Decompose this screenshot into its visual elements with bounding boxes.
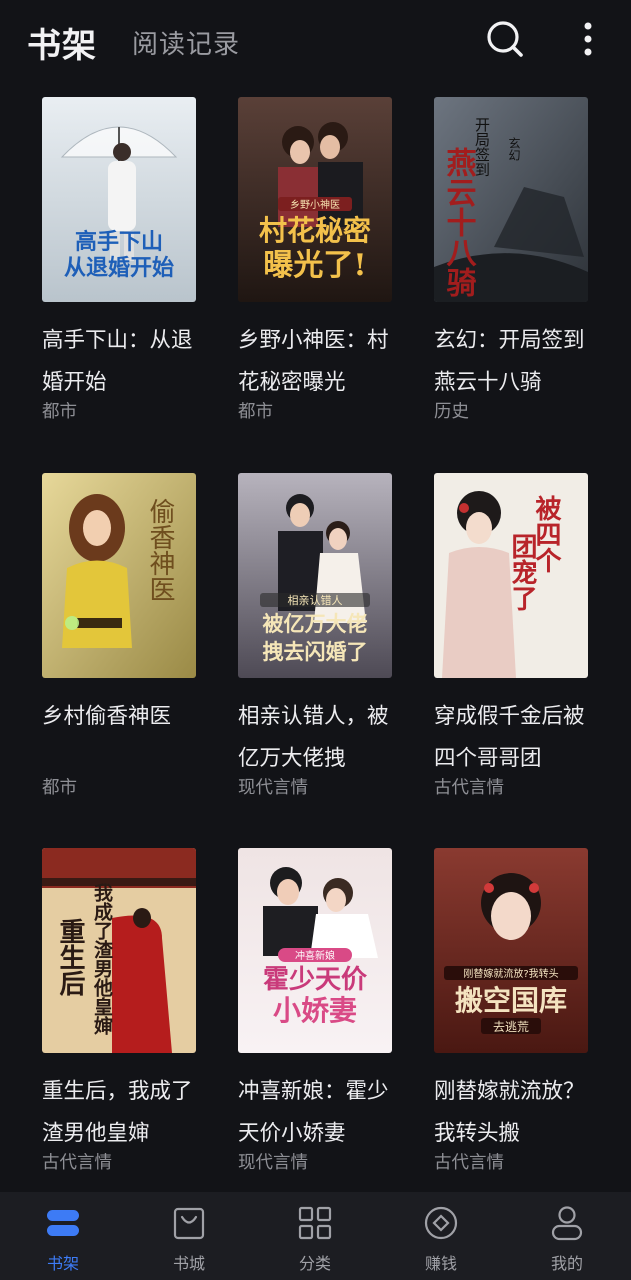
book-title: 相亲认错人，被亿万大佬拽 bbox=[238, 704, 389, 771]
nav-label: 我的 bbox=[550, 1254, 583, 1273]
coin-icon bbox=[424, 1206, 458, 1240]
book-cover[interactable]: 相亲认错人 被亿万大佬 拽去闪婚了 bbox=[238, 473, 392, 678]
book-cover[interactable]: 开局签到 燕云十八骑 玄幻 bbox=[434, 97, 588, 302]
svg-text:冲喜新娘: 冲喜新娘 bbox=[295, 949, 335, 962]
svg-text:拽去闪婚了: 拽去闪婚了 bbox=[263, 639, 368, 664]
svg-text:搬空国库: 搬空国库 bbox=[455, 984, 567, 1017]
svg-text:开局签到: 开局签到 bbox=[473, 117, 491, 177]
grid-icon bbox=[298, 1206, 332, 1240]
nav-label: 书城 bbox=[172, 1254, 205, 1273]
svg-text:从退婚开始: 从退婚开始 bbox=[64, 255, 174, 281]
more-button[interactable] bbox=[572, 18, 604, 60]
bookshelf-icon bbox=[47, 1210, 79, 1236]
book-card[interactable]: 冲喜新娘 霍少天价 小娇妻 冲喜新娘：霍少天价小娇妻 现代言情 bbox=[238, 848, 418, 1174]
book-card[interactable]: 重生后 我成了渣男他皇婶 重生后，我成了渣男他皇婶 古代言情 bbox=[42, 848, 222, 1174]
book-card[interactable]: 开局签到 燕云十八骑 玄幻 玄幻：开局签到燕云十八骑 历史 bbox=[434, 97, 614, 423]
svg-text:玄幻: 玄幻 bbox=[507, 136, 521, 161]
search-button[interactable] bbox=[484, 18, 526, 60]
svg-text:高手下山: 高手下山 bbox=[75, 229, 163, 255]
svg-text:团宠了: 团宠了 bbox=[507, 533, 537, 611]
svg-text:被亿万大佬: 被亿万大佬 bbox=[263, 611, 368, 636]
nav-bookshelf[interactable]: 书架 bbox=[13, 1192, 113, 1280]
svg-text:燕云十八骑: 燕云十八骑 bbox=[441, 147, 477, 297]
nav-label: 书架 bbox=[46, 1254, 79, 1273]
bottom-nav: 书架 书城 分类 赚钱 我的 bbox=[0, 1192, 631, 1280]
book-cover[interactable]: 偷香神医 bbox=[42, 473, 196, 678]
book-cover[interactable]: 冲喜新娘 霍少天价 小娇妻 bbox=[238, 848, 392, 1053]
book-genre: 都市 bbox=[42, 402, 77, 422]
book-card[interactable]: 刚替嫁就流放?我转头 搬空国库 去逃荒 刚替嫁就流放？我转头搬 古代言情 bbox=[434, 848, 614, 1174]
book-card[interactable]: 被四个 团宠了 穿成假千金后被四个哥哥团 古代言情 bbox=[434, 473, 614, 799]
search-icon bbox=[487, 21, 523, 57]
svg-text:乡野小神医: 乡野小神医 bbox=[290, 198, 340, 211]
book-title: 穿成假千金后被四个哥哥团 bbox=[434, 704, 585, 771]
book-cover[interactable]: 高手下山 从退婚开始 bbox=[42, 97, 196, 302]
svg-text:重生后: 重生后 bbox=[55, 918, 85, 997]
nav-earn[interactable]: 赚钱 bbox=[391, 1192, 491, 1280]
book-title: 玄幻：开局签到燕云十八骑 bbox=[434, 328, 585, 395]
book-title: 乡野小神医：村花秘密曝光 bbox=[238, 328, 389, 395]
svg-text:偷香神医: 偷香神医 bbox=[145, 498, 175, 602]
svg-text:去逃荒: 去逃荒 bbox=[493, 1020, 529, 1034]
nav-profile[interactable]: 我的 bbox=[517, 1192, 617, 1280]
svg-text:我成了渣男他皇婶: 我成了渣男他皇婶 bbox=[91, 883, 114, 1036]
book-cover[interactable]: 重生后 我成了渣男他皇婶 bbox=[42, 848, 196, 1053]
book-cover[interactable]: 乡野小神医 村花秘密 曝光了! bbox=[238, 97, 392, 302]
svg-text:曝光了!: 曝光了! bbox=[263, 248, 366, 283]
bookshelf-grid: 高手下山 从退婚开始 高手下山：从退婚开始 都市 乡野小神医 村花秘密 曝光了! bbox=[0, 97, 631, 1192]
svg-text:村花秘密: 村花秘密 bbox=[259, 214, 371, 247]
book-title: 冲喜新娘：霍少天价小娇妻 bbox=[238, 1079, 389, 1146]
book-cover[interactable]: 被四个 团宠了 bbox=[434, 473, 588, 678]
tab-bookshelf[interactable]: 书架 bbox=[27, 18, 97, 67]
svg-text:相亲认错人: 相亲认错人 bbox=[288, 593, 343, 607]
book-card[interactable]: 偷香神医 乡村偷香神医 都市 bbox=[42, 473, 222, 799]
book-cover[interactable]: 刚替嫁就流放?我转头 搬空国库 去逃荒 bbox=[434, 848, 588, 1053]
book-title: 刚替嫁就流放？我转头搬 bbox=[434, 1079, 585, 1146]
user-icon bbox=[551, 1206, 583, 1241]
nav-label: 分类 bbox=[298, 1254, 331, 1273]
book-card[interactable]: 乡野小神医 村花秘密 曝光了! 乡野小神医：村花秘密曝光 都市 bbox=[238, 97, 418, 423]
svg-text:刚替嫁就流放?我转头: 刚替嫁就流放?我转头 bbox=[463, 967, 558, 980]
nav-category[interactable]: 分类 bbox=[265, 1192, 365, 1280]
book-card[interactable]: 高手下山 从退婚开始 高手下山：从退婚开始 都市 bbox=[42, 97, 222, 423]
book-genre: 古代言情 bbox=[434, 1153, 504, 1173]
more-vertical-icon bbox=[584, 22, 592, 56]
book-title: 乡村偷香神医 bbox=[42, 704, 172, 729]
book-genre: 都市 bbox=[42, 778, 77, 798]
nav-bookstore[interactable]: 书城 bbox=[139, 1192, 239, 1280]
shopping-bag-icon bbox=[173, 1207, 205, 1240]
book-title: 重生后，我成了渣男他皇婶 bbox=[42, 1079, 193, 1146]
nav-label: 赚钱 bbox=[424, 1254, 457, 1273]
tab-reading-history[interactable]: 阅读记录 bbox=[132, 24, 240, 61]
book-title: 高手下山：从退婚开始 bbox=[42, 328, 193, 395]
svg-text:霍少天价: 霍少天价 bbox=[263, 965, 368, 995]
book-card[interactable]: 相亲认错人 被亿万大佬 拽去闪婚了 相亲认错人，被亿万大佬拽 现代言情 bbox=[238, 473, 418, 799]
svg-text:小娇妻: 小娇妻 bbox=[273, 994, 357, 1027]
top-bar: 书架 阅读记录 bbox=[0, 0, 631, 80]
